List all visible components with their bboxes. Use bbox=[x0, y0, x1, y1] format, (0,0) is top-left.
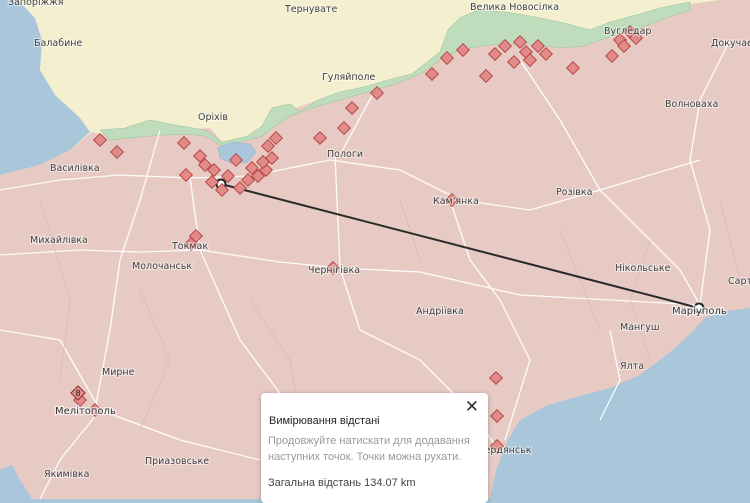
label-yalta: Ялта bbox=[620, 361, 644, 372]
label-dokuchaieve: Докучаєве bbox=[711, 38, 750, 49]
label-vasylivka: Василівка bbox=[50, 163, 100, 174]
label-sartana: Сартана bbox=[728, 276, 750, 287]
label-vuhledar: Вугледар bbox=[604, 26, 651, 37]
label-molochansk: Молочанськ bbox=[132, 261, 192, 272]
label-velyka-novosilka: Велика Новосілка bbox=[470, 2, 559, 13]
label-balabyne: Балабине bbox=[34, 38, 82, 49]
label-pryazovske: Приазовське bbox=[145, 456, 209, 467]
label-kamianka: Кам'янка bbox=[433, 196, 479, 207]
close-icon[interactable]: ✕ bbox=[465, 398, 479, 416]
label-yakymivka: Якимівка bbox=[44, 469, 89, 480]
distance-measure-panel: ✕ Вимірювання відстані Продовжуйте натис… bbox=[261, 393, 488, 503]
label-orikhiv: Оріхів bbox=[198, 112, 228, 123]
svg-text:8: 8 bbox=[75, 389, 80, 398]
panel-hint: Продовжуйте натискати для додавання наст… bbox=[268, 435, 470, 463]
total-distance: Загальна відстань 134.07 km bbox=[268, 477, 416, 489]
label-zaporizhzhia: Запоріжжя bbox=[8, 0, 63, 8]
label-andriivka: Андріївка bbox=[416, 306, 464, 317]
label-rozivka: Розівка bbox=[556, 187, 592, 198]
panel-title: Вимірювання відстані bbox=[269, 415, 380, 427]
label-manhush: Мангуш bbox=[620, 322, 660, 333]
label-chernihivka: Чернігівка bbox=[308, 265, 360, 276]
label-huliaipole: Гуляйполе bbox=[322, 72, 375, 83]
label-volnovakha: Волноваха bbox=[665, 99, 718, 110]
label-myrne: Мирне bbox=[102, 367, 135, 378]
label-ternuvate: Тернувате bbox=[284, 4, 337, 15]
label-polohy: Пологи bbox=[327, 149, 363, 160]
label-tokmak: Токмак bbox=[171, 241, 208, 252]
label-melitopol: Мелітополь bbox=[55, 405, 116, 417]
label-nikolske: Нікольське bbox=[615, 263, 671, 274]
label-mykhailivka: Михайлівка bbox=[30, 235, 88, 246]
label-mariupol: Маріуполь bbox=[672, 305, 727, 317]
